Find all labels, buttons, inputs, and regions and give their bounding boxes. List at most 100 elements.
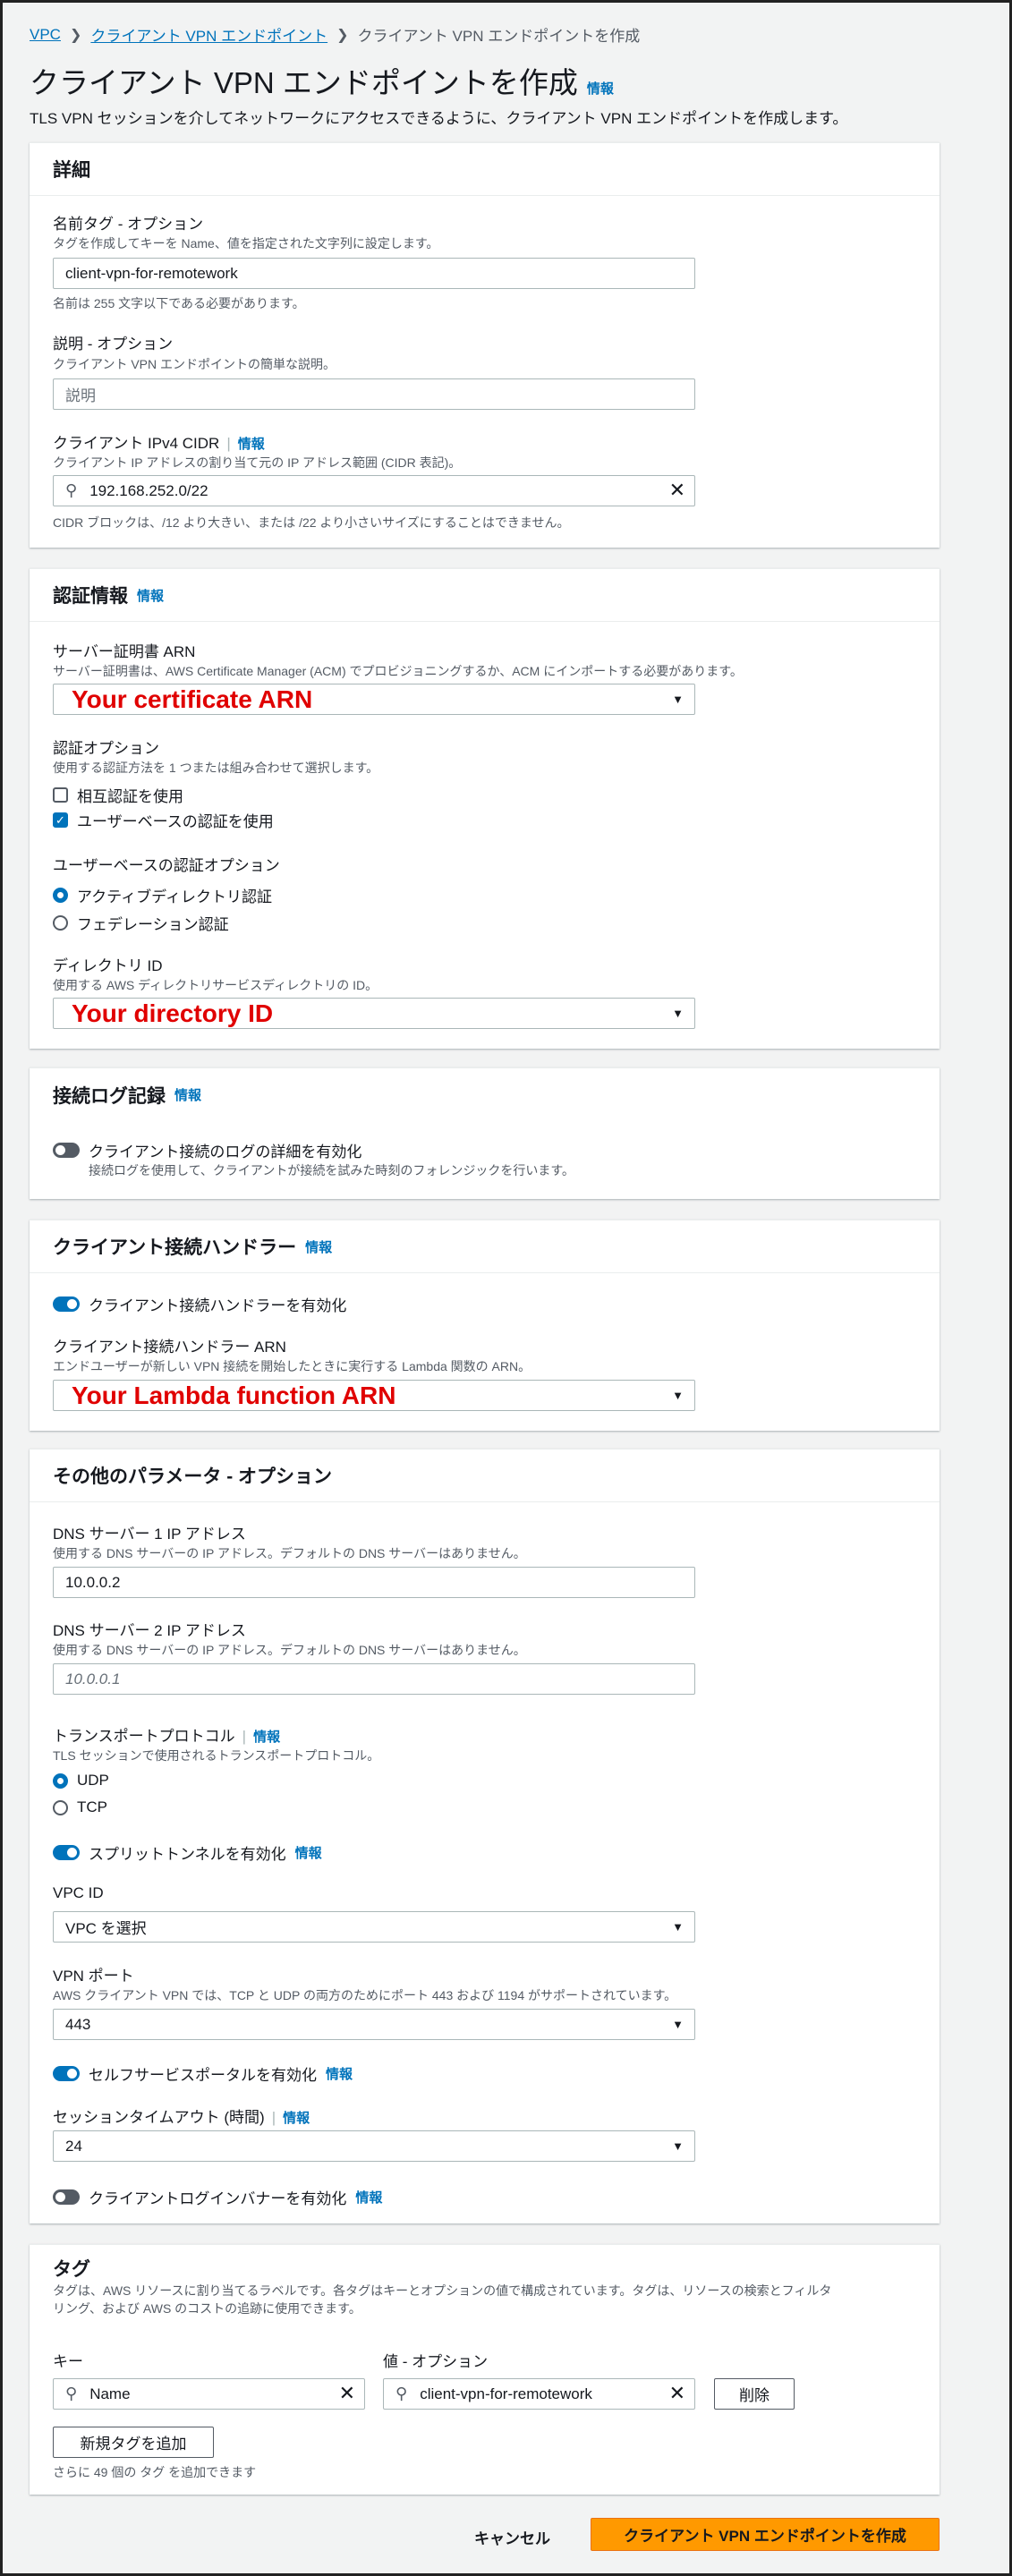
cert-description: サーバー証明書は、AWS Certificate Manager (ACM) で… xyxy=(53,664,743,678)
caret-down-icon: ▼ xyxy=(672,1920,684,1934)
cidr-hint: CIDR ブロックは、/12 より大きい、または /22 より小さいサイズにする… xyxy=(53,515,570,530)
dns1-description: 使用する DNS サーバーの IP アドレス。デフォルトの DNS サーバーはあ… xyxy=(53,1546,526,1560)
toggle-on-icon xyxy=(53,1297,80,1312)
breadcrumb-current: クライアント VPN エンドポイントを作成 xyxy=(357,28,641,45)
radio-unselected-icon xyxy=(53,1799,68,1815)
conn-log-description: 接続ログを使用して、クライアントが接続を試みた時刻のフォレンジックを行います。 xyxy=(89,1163,574,1177)
transport-description: TLS セッションで使用されるトランスポートプロトコル。 xyxy=(53,1748,380,1763)
tag-value-input[interactable]: ⚲ client-vpn-for-remotework ✕ xyxy=(383,2378,695,2410)
split-tunnel-info-link[interactable]: 情報 xyxy=(295,1843,322,1862)
handler-arn-description: エンドユーザーが新しい VPN 接続を開始したときに実行する Lambda 関数… xyxy=(53,1359,532,1373)
auth-info-link[interactable]: 情報 xyxy=(137,586,164,605)
ad-auth-radio[interactable]: アクティブディレクトリ認証 xyxy=(53,884,272,906)
tags-heading: タグ xyxy=(53,2259,90,2280)
user-auth-checkbox[interactable]: ✓ ユーザーベースの認証を使用 xyxy=(53,809,274,831)
dns1-input[interactable]: 10.0.0.2 xyxy=(53,1567,695,1598)
user-auth-options-label: ユーザーベースの認証オプション xyxy=(53,857,280,874)
radio-selected-icon xyxy=(53,1773,68,1789)
clear-icon[interactable]: ✕ xyxy=(339,2382,355,2405)
vpn-port-label: VPN ポート xyxy=(53,1968,134,1985)
checkbox-unchecked-icon xyxy=(53,787,68,803)
auth-options-description: 使用する認証方法を 1 つまたは組み合わせて選択します。 xyxy=(53,761,379,775)
mutual-auth-checkbox[interactable]: 相互認証を使用 xyxy=(53,784,183,806)
self-service-portal-toggle[interactable]: セルフサービスポータルを有効化 情報 xyxy=(53,2062,353,2085)
vpn-port-description: AWS クライアント VPN では、TCP と UDP の両方のためにポート 4… xyxy=(53,1988,677,2002)
radio-unselected-icon xyxy=(53,915,68,931)
handler-heading: クライアント接続ハンドラー xyxy=(53,1237,297,1258)
create-endpoint-button[interactable]: クライアント VPN エンドポイントを作成 xyxy=(591,2518,940,2551)
cert-label: サーバー証明書 ARN xyxy=(53,643,196,660)
dns2-label: DNS サーバー 2 IP アドレス xyxy=(53,1622,246,1639)
auth-heading: 認証情報 xyxy=(53,586,128,607)
vpc-id-select[interactable]: VPC を選択 ▼ xyxy=(53,1911,695,1943)
cidr-label: クライアント IPv4 CIDR | 情報 xyxy=(53,434,265,453)
split-tunnel-toggle[interactable]: スプリットトンネルを有効化 情報 xyxy=(53,1841,322,1864)
caret-down-icon: ▼ xyxy=(672,1007,684,1020)
transport-info-link[interactable]: 情報 xyxy=(253,1727,280,1746)
conn-log-toggle[interactable]: クライアント接続のログの詳細を有効化 xyxy=(53,1139,361,1161)
session-timeout-select[interactable]: 24 ▼ xyxy=(53,2130,695,2162)
cidr-description: クライアント IP アドレスの割り当て元の IP アドレス範囲 (CIDR 表記… xyxy=(53,455,462,470)
conn-log-heading: 接続ログ記録 xyxy=(53,1085,166,1107)
breadcrumb: VPC ❯ クライアント VPN エンドポイント ❯ クライアント VPN エン… xyxy=(30,23,640,46)
tcp-radio[interactable]: TCP xyxy=(53,1798,107,1816)
caret-down-icon: ▼ xyxy=(672,2139,684,2153)
login-banner-toggle[interactable]: クライアントログインバナーを有効化 情報 xyxy=(53,2186,382,2208)
tag-key-input[interactable]: ⚲ Name ✕ xyxy=(53,2378,365,2410)
page-title: クライアント VPN エンドポイントを作成 情報 xyxy=(30,59,614,102)
handler-arn-label: クライアント接続ハンドラー ARN xyxy=(53,1339,286,1356)
dns2-description: 使用する DNS サーバーの IP アドレス。デフォルトの DNS サーバーはあ… xyxy=(53,1643,526,1657)
page-info-link[interactable]: 情報 xyxy=(587,79,614,98)
search-icon: ⚲ xyxy=(395,2385,408,2402)
directory-id-label: ディレクトリ ID xyxy=(53,957,163,974)
tags-description-line2: リング、および AWS のコストの追跡に使用できます。 xyxy=(53,2301,361,2316)
cancel-button[interactable]: キャンセル xyxy=(474,2526,550,2548)
add-tag-button[interactable]: 新規タグを追加 xyxy=(53,2427,214,2458)
directory-id-select[interactable]: Your directory ID ▼ xyxy=(53,998,695,1029)
clear-icon[interactable]: ✕ xyxy=(669,479,685,502)
description-input[interactable]: 説明 xyxy=(53,378,695,410)
handler-info-link[interactable]: 情報 xyxy=(305,1237,332,1256)
caret-down-icon: ▼ xyxy=(672,2018,684,2031)
toggle-off-icon xyxy=(53,1143,80,1158)
chevron-right-icon: ❯ xyxy=(69,27,82,43)
toggle-off-icon xyxy=(53,2189,80,2205)
cidr-info-link[interactable]: 情報 xyxy=(238,434,265,453)
search-icon: ⚲ xyxy=(65,481,78,499)
banner-info-link[interactable]: 情報 xyxy=(355,2188,382,2206)
conn-log-info-link[interactable]: 情報 xyxy=(174,1085,201,1104)
dns2-input[interactable]: 10.0.0.1 xyxy=(53,1663,695,1695)
portal-info-link[interactable]: 情報 xyxy=(326,2064,353,2083)
cert-select[interactable]: Your certificate ARN ▼ xyxy=(53,684,695,715)
timeout-info-link[interactable]: 情報 xyxy=(283,2108,310,2127)
tags-remaining-hint: さらに 49 個の タグ を追加できます xyxy=(53,2465,257,2479)
federated-auth-radio[interactable]: フェデレーション認証 xyxy=(53,912,229,934)
udp-radio[interactable]: UDP xyxy=(53,1772,109,1790)
caret-down-icon: ▼ xyxy=(672,1389,684,1402)
directory-id-description: 使用する AWS ディレクトリサービスディレクトリの ID。 xyxy=(53,978,378,992)
breadcrumb-vpc-link[interactable]: VPC xyxy=(30,26,61,44)
toggle-on-icon xyxy=(53,2066,80,2081)
vpc-id-label: VPC ID xyxy=(53,1884,104,1901)
name-tag-description: タグを作成してキーを Name、値を指定された文字列に設定します。 xyxy=(53,236,439,251)
description-description: クライアント VPN エンドポイントの簡単な説明。 xyxy=(53,357,336,371)
breadcrumb-endpoints-link[interactable]: クライアント VPN エンドポイント xyxy=(90,23,327,46)
vpn-port-select[interactable]: 443 ▼ xyxy=(53,2009,695,2040)
remove-tag-button[interactable]: 削除 xyxy=(714,2378,795,2410)
transport-label: トランスポートプロトコル | 情報 xyxy=(53,1727,281,1746)
page-description: TLS VPN セッションを介してネットワークにアクセスできるように、クライアン… xyxy=(30,110,848,127)
name-tag-input[interactable]: client-vpn-for-remotework xyxy=(53,258,695,289)
clear-icon[interactable]: ✕ xyxy=(669,2382,685,2405)
auth-options-label: 認証オプション xyxy=(53,740,159,757)
handler-toggle[interactable]: クライアント接続ハンドラーを有効化 xyxy=(53,1293,346,1315)
handler-arn-select[interactable]: Your Lambda function ARN ▼ xyxy=(53,1380,695,1411)
tag-key-label: キー xyxy=(53,2353,83,2370)
radio-selected-icon xyxy=(53,888,68,903)
toggle-on-icon xyxy=(53,1845,80,1860)
name-tag-hint: 名前は 255 文字以下である必要があります。 xyxy=(53,296,305,310)
details-heading: 詳細 xyxy=(53,160,90,181)
cidr-input[interactable]: ⚲ 192.168.252.0/22 ✕ xyxy=(53,475,695,506)
caret-down-icon: ▼ xyxy=(672,693,684,706)
description-label: 説明 - オプション xyxy=(53,336,174,353)
search-icon: ⚲ xyxy=(65,2385,78,2402)
